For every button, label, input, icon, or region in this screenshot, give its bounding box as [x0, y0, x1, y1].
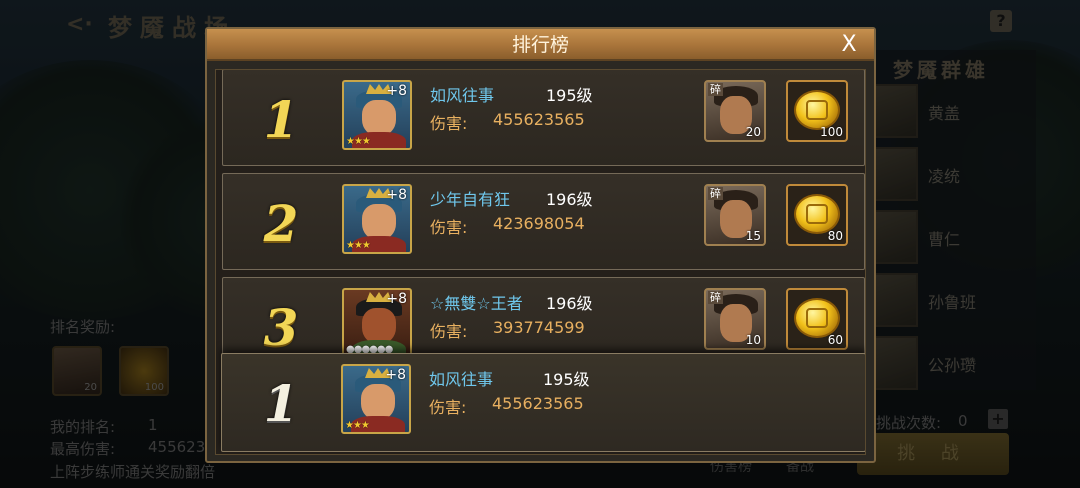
reward-count: 60	[827, 333, 843, 347]
reward-fragment-icon[interactable]: 碎 15	[704, 184, 766, 246]
damage-label: 伤害:	[429, 398, 467, 417]
player-name[interactable]: 如风往事	[430, 82, 494, 106]
rank-number: 2	[263, 194, 299, 253]
fragment-mark: 碎	[708, 291, 723, 304]
reward-fragment-icon[interactable]: 碎 10	[704, 288, 766, 350]
coin-inner	[806, 100, 828, 120]
player-level: 196级	[546, 190, 593, 209]
rank-number: 1	[263, 90, 299, 149]
damage-value: 393774599	[493, 318, 585, 337]
player-name[interactable]: 少年自有狂	[430, 186, 510, 210]
reward-gold-icon[interactable]: 60	[786, 288, 848, 350]
reward-gold-icon[interactable]: 80	[786, 184, 848, 246]
fragment-mark: 碎	[708, 83, 723, 96]
gold-coin-icon	[794, 298, 840, 338]
my-rank-number: 1	[263, 374, 299, 433]
player-level: 195级	[546, 86, 593, 105]
damage-label: 伤害:	[430, 114, 468, 133]
coin-inner	[806, 308, 828, 328]
damage-value: 423698054	[493, 214, 585, 233]
star-rating-icon: ★★★	[345, 420, 370, 431]
player-avatar[interactable]: +8 ★★★	[342, 80, 412, 150]
fragment-mark: 碎	[708, 187, 723, 200]
damage-value: 455623565	[493, 110, 585, 129]
my-player-name: 如风往事	[429, 370, 494, 389]
avatar-face	[362, 204, 396, 240]
player-level: 196级	[546, 294, 593, 313]
close-button[interactable]: X	[835, 31, 863, 59]
damage-label: 伤害:	[430, 218, 468, 237]
reward-count: 15	[745, 229, 761, 243]
coin-inner	[806, 204, 828, 224]
rank-number: 3	[263, 298, 299, 357]
reward-count: 80	[827, 229, 843, 243]
damage-label: 伤害:	[430, 322, 468, 341]
my-damage-value: 455623565	[492, 394, 584, 413]
ranking-row: 2 +8 ★★★ 少年自有狂 196级 伤害: 423698054 碎 15 8…	[222, 173, 865, 270]
avatar-face	[362, 308, 396, 344]
player-avatar[interactable]: +8 ●●●●●●	[342, 288, 412, 358]
ranking-list[interactable]: 1 +8 ★★★ 如风往事 195级 伤害: 455623565 碎 20 10…	[215, 69, 866, 455]
reward-count: 100	[820, 125, 843, 139]
player-name[interactable]: ☆無雙☆王者	[430, 290, 523, 314]
avatar-plus-level: +8	[386, 187, 407, 203]
reward-count: 20	[745, 125, 761, 139]
star-rating-icon: ★★★	[346, 136, 371, 147]
dialog-title: 排行榜	[511, 34, 569, 56]
avatar-plus-level: +8	[386, 291, 407, 307]
dialog-header: 排行榜 X	[207, 29, 874, 61]
avatar-face	[361, 384, 395, 420]
gold-coin-icon	[794, 194, 840, 234]
avatar-plus-level: +8	[385, 367, 406, 383]
avatar-plus-level: +8	[386, 83, 407, 99]
reward-count: 10	[745, 333, 761, 347]
star-rating-icon: ★★★	[346, 240, 371, 251]
leaderboard-dialog: 排行榜 X 1 +8 ★★★ 如风往事 195级 伤害: 455623565 碎…	[205, 27, 876, 463]
my-ranking-row: 1 +8 ★★★ 如风往事 195级 伤害: 455623565	[221, 353, 865, 452]
my-player-level: 195级	[543, 370, 590, 389]
ranking-row: 1 +8 ★★★ 如风往事 195级 伤害: 455623565 碎 20 10…	[222, 70, 865, 166]
reward-fragment-icon[interactable]: 碎 20	[704, 80, 766, 142]
reward-gold-icon[interactable]: 100	[786, 80, 848, 142]
player-avatar[interactable]: +8 ★★★	[342, 184, 412, 254]
my-avatar[interactable]: +8 ★★★	[341, 364, 411, 434]
gold-coin-icon	[794, 90, 840, 130]
avatar-face	[362, 100, 396, 136]
